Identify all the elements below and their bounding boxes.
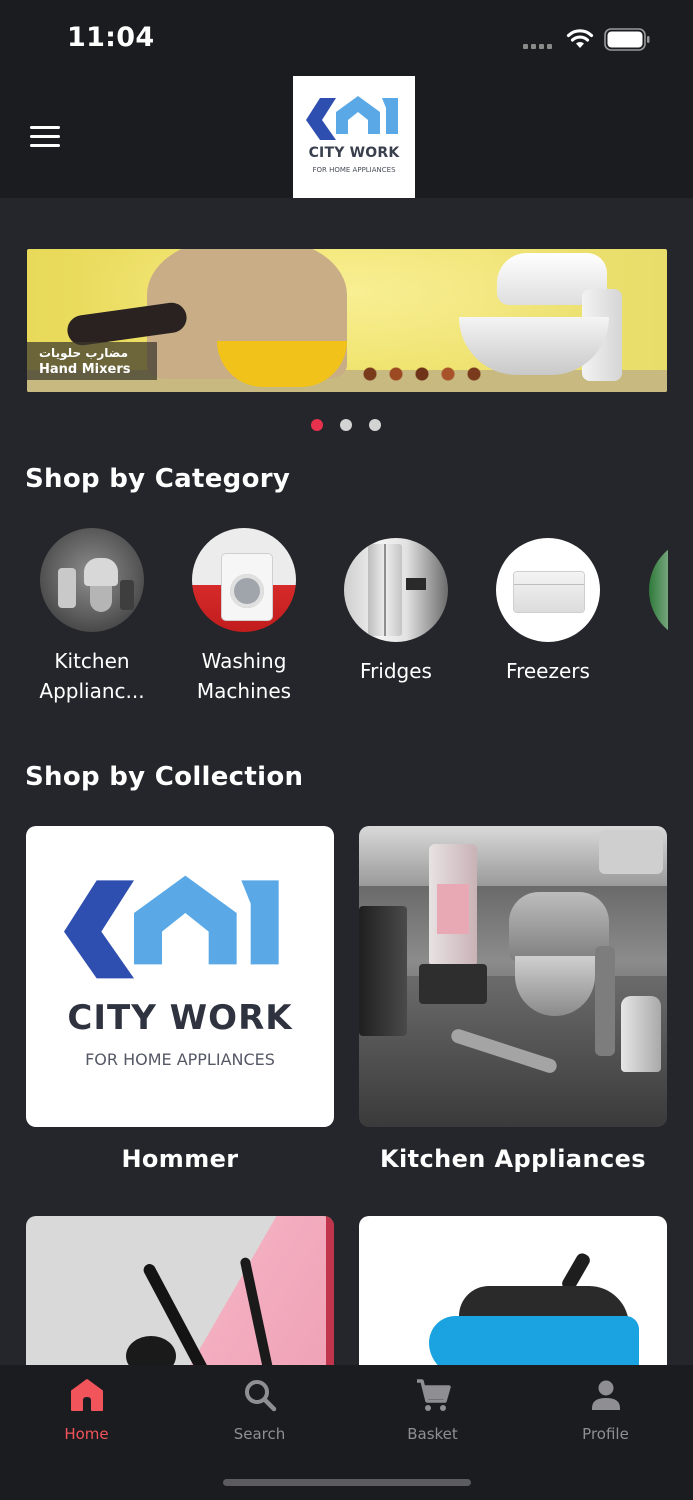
- category-label: Fridges: [321, 656, 471, 686]
- category-label-line1: Kitchen: [54, 649, 130, 673]
- category-next-partial[interactable]: [625, 538, 668, 642]
- collection-logo-title: CITY WORK: [67, 998, 293, 1038]
- category-label: Washing Machines: [169, 646, 319, 706]
- collection-label: Hommer: [121, 1145, 239, 1173]
- freezers-image: [496, 538, 600, 642]
- wifi-icon: [566, 29, 594, 48]
- category-next-image: [649, 538, 668, 642]
- status-time: 11:04: [67, 22, 155, 53]
- city-work-logo[interactable]: CITY WORK FOR HOME APPLIANCES: [293, 76, 415, 198]
- sweets: [357, 365, 487, 383]
- category-label-line1: Washing: [201, 649, 287, 673]
- collection-hommer[interactable]: CITY WORK FOR HOME APPLIANCES Hommer: [26, 826, 334, 1173]
- kitchen-appliances-image: [40, 528, 144, 632]
- kitchen-appliances-collection-image: [359, 826, 667, 1127]
- category-washing-machines[interactable]: Washing Machines: [169, 528, 319, 706]
- battery-icon: [604, 28, 650, 51]
- city-work-logo-mark-icon: [64, 875, 279, 979]
- fridges-image: [344, 538, 448, 642]
- app-header: CITY WORK FOR HOME APPLIANCES: [0, 76, 693, 198]
- person-icon: [591, 1380, 620, 1410]
- home-indicator[interactable]: [223, 1479, 471, 1486]
- carousel-dot-2[interactable]: [340, 419, 352, 431]
- nav-profile-label: Profile: [582, 1425, 629, 1443]
- collection-kitchen-appliances[interactable]: Kitchen Appliances: [359, 826, 667, 1173]
- nav-basket[interactable]: Basket: [346, 1375, 519, 1455]
- category-label-line1: Freezers: [506, 659, 590, 683]
- collection-logo-subtitle: FOR HOME APPLIANCES: [85, 1050, 275, 1069]
- carousel-dots: [311, 419, 391, 431]
- category-label-line2: Machines: [196, 679, 292, 703]
- category-label-line1: Fridges: [360, 659, 432, 683]
- nav-home-label: Home: [64, 1425, 109, 1443]
- category-label: Kitchen Applianc...: [17, 646, 167, 706]
- search-icon: [244, 1380, 276, 1412]
- category-freezers[interactable]: Freezers: [473, 538, 623, 686]
- nav-search[interactable]: Search: [173, 1375, 346, 1455]
- nav-search-label: Search: [233, 1425, 286, 1443]
- category-kitchen-appliances[interactable]: Kitchen Applianc...: [17, 528, 167, 706]
- menu-icon[interactable]: [30, 126, 60, 148]
- promo-banner[interactable]: مضارب حلويات Hand Mixers: [27, 249, 667, 392]
- nav-profile[interactable]: Profile: [519, 1375, 692, 1455]
- hommer-image: CITY WORK FOR HOME APPLIANCES: [26, 826, 334, 1127]
- nav-home[interactable]: Home: [0, 1375, 173, 1455]
- logo-subtitle: FOR HOME APPLIANCES: [312, 166, 396, 174]
- category-fridges[interactable]: Fridges: [321, 538, 471, 686]
- collection-section-title: Shop by Collection: [25, 762, 304, 792]
- home-icon: [70, 1379, 103, 1411]
- cellular-signal-icon: [523, 42, 557, 50]
- nav-basket-label: Basket: [407, 1425, 458, 1443]
- cart-icon: [416, 1379, 451, 1411]
- carousel-dot-3[interactable]: [369, 419, 381, 431]
- app-screen: 11:04 CITY WORK FOR HOME APPLIANCES مضار…: [0, 0, 693, 1500]
- logo-title: CITY WORK: [308, 145, 400, 161]
- category-label: Freezers: [473, 656, 623, 686]
- banner-label-arabic: مضارب حلويات: [39, 346, 129, 360]
- carousel-dot-1[interactable]: [311, 419, 323, 431]
- category-section-title: Shop by Category: [25, 464, 291, 494]
- logo-mark-icon: [306, 96, 398, 140]
- banner-label-english: Hand Mixers: [39, 362, 131, 377]
- status-bar: 11:04: [0, 0, 693, 76]
- collection-label: Kitchen Appliances: [380, 1145, 646, 1173]
- washing-machines-image: [192, 528, 296, 632]
- category-label-line2: Applianc...: [39, 679, 145, 703]
